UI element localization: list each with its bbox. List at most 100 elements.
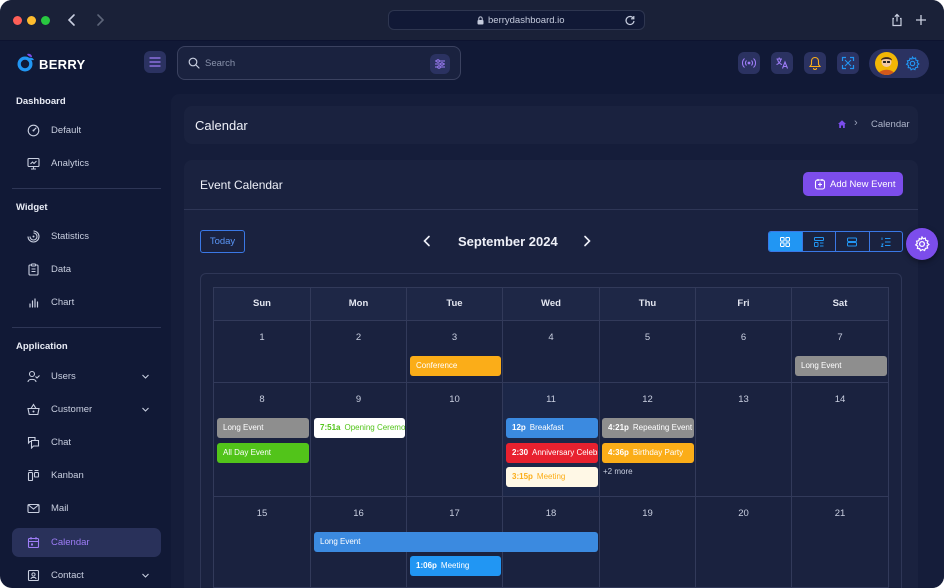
- menu-toggle-button[interactable]: [144, 51, 166, 73]
- weekday-header: Mon: [311, 288, 407, 321]
- week-view-button[interactable]: [803, 232, 836, 251]
- close-window-button[interactable]: [13, 16, 22, 25]
- today-button[interactable]: Today: [200, 230, 245, 253]
- day-cell[interactable]: 21: [792, 497, 889, 588]
- day-cell[interactable]: 1: [214, 321, 311, 383]
- day-number: 14: [834, 394, 846, 405]
- profile-button[interactable]: [869, 49, 929, 78]
- notifications-button[interactable]: [804, 52, 826, 74]
- month-view-button[interactable]: [769, 232, 803, 251]
- day-number: 7: [837, 332, 843, 343]
- day-cell[interactable]: 9: [311, 383, 407, 497]
- chart-arcs-icon: [27, 230, 40, 243]
- more-events-link[interactable]: +2 more: [603, 467, 633, 476]
- new-tab-icon[interactable]: [914, 13, 928, 27]
- day-cell[interactable]: 19: [600, 497, 696, 588]
- sidebar-item-statistics[interactable]: Statistics: [12, 222, 161, 251]
- fullscreen-button[interactable]: [837, 52, 859, 74]
- maximize-window-button[interactable]: [41, 16, 50, 25]
- day-cell[interactable]: 5: [600, 321, 696, 383]
- event-chip[interactable]: 3:15p Meeting: [506, 467, 598, 487]
- day-number: 12: [642, 394, 653, 405]
- minimize-window-button[interactable]: [27, 16, 36, 25]
- event-chip[interactable]: Long Event: [217, 418, 309, 438]
- forward-icon[interactable]: [92, 12, 108, 28]
- event-chip[interactable]: Conference: [410, 356, 501, 376]
- agenda-view-button[interactable]: [870, 232, 903, 251]
- sidebar-item-mail[interactable]: Mail: [12, 494, 161, 523]
- address-bar[interactable]: berrydashboard.io: [388, 10, 645, 30]
- event-chip[interactable]: 4:21p Repeating Event: [602, 418, 694, 438]
- bell-icon: [809, 56, 821, 70]
- sidebar-item-users[interactable]: Users: [12, 362, 161, 391]
- event-title: Opening Ceremony: [344, 423, 405, 432]
- sidebar-item-customer[interactable]: Customer: [12, 395, 161, 424]
- calendar-plus-icon: [814, 179, 826, 190]
- day-view-button[interactable]: [836, 232, 870, 251]
- event-chip[interactable]: 1:06p Meeting: [410, 556, 501, 576]
- day-cell[interactable]: 15: [214, 497, 311, 588]
- sidebar-item-default[interactable]: Default: [12, 116, 161, 145]
- day-number: 17: [449, 508, 460, 519]
- day-cell[interactable]: 12: [600, 383, 696, 497]
- view-switcher: [768, 231, 903, 252]
- device-analytics-icon: [27, 157, 40, 170]
- chevron-right-icon[interactable]: [581, 235, 593, 247]
- chart-bars-icon: [29, 298, 39, 308]
- search-input[interactable]: [205, 56, 415, 70]
- sidebar-item-chat[interactable]: Chat: [12, 428, 161, 457]
- event-chip[interactable]: 2:30Anniversary Celebration: [506, 443, 598, 463]
- app-window: berrydashboard.io BERRY Search Dashboard…: [0, 0, 944, 588]
- sidebar-item-label: Users: [51, 371, 76, 382]
- page-title: Calendar: [195, 118, 248, 133]
- url-text: berrydashboard.io: [488, 15, 565, 26]
- day-cell[interactable]: 20: [696, 497, 792, 588]
- event-chip[interactable]: 7:51aOpening Ceremony: [314, 418, 405, 438]
- live-customize-button[interactable]: [738, 52, 760, 74]
- search-filter-button[interactable]: [430, 54, 450, 74]
- event-chip[interactable]: 4:36p Birthday Party: [602, 443, 694, 463]
- day-cell[interactable]: 8: [214, 383, 311, 497]
- sidebar-item-contact[interactable]: Contact: [12, 561, 161, 588]
- messages-icon: [27, 436, 40, 449]
- sidebar-item-analytics[interactable]: Analytics: [12, 149, 161, 178]
- day-cell[interactable]: 4: [503, 321, 600, 383]
- card-divider: [184, 209, 918, 210]
- back-icon[interactable]: [64, 12, 80, 28]
- clipboard-list-icon: [28, 263, 39, 276]
- language-button[interactable]: [771, 52, 793, 74]
- event-chip[interactable]: Long Event: [795, 356, 887, 376]
- antenna-bars-icon: [742, 58, 756, 68]
- home-icon[interactable]: [837, 119, 847, 129]
- day-number: 8: [259, 394, 265, 405]
- day-cell[interactable]: 13: [696, 383, 792, 497]
- event-chip[interactable]: Long Event: [314, 532, 598, 552]
- day-cell[interactable]: 2: [311, 321, 407, 383]
- sidebar-item-data[interactable]: Data: [12, 255, 161, 284]
- reload-icon[interactable]: [624, 14, 636, 26]
- event-title: Birthday Party: [632, 448, 684, 457]
- sidebar-item-label: Analytics: [51, 158, 90, 169]
- chevron-down-icon: [142, 573, 149, 578]
- day-number: 3: [451, 332, 458, 343]
- chevron-left-icon[interactable]: [421, 235, 433, 247]
- sidebar-item-label: Statistics: [51, 231, 90, 242]
- day-number: 13: [738, 394, 749, 405]
- sidebar-item-calendar[interactable]: Calendar: [12, 528, 161, 557]
- day-cell[interactable]: 14: [792, 383, 889, 497]
- day-number: 18: [545, 508, 557, 519]
- day-cell[interactable]: 10: [407, 383, 503, 497]
- search-box[interactable]: [177, 46, 461, 80]
- event-title: Breakfast: [529, 423, 564, 432]
- customize-settings-button[interactable]: [906, 228, 938, 260]
- day-cell[interactable]: 6: [696, 321, 792, 383]
- add-new-event-button[interactable]: Add New Event: [803, 172, 903, 196]
- event-chip[interactable]: All Day Event: [217, 443, 309, 463]
- event-title: Meeting: [536, 472, 566, 481]
- sidebar-item-chart[interactable]: Chart: [12, 288, 161, 317]
- chevron-right-icon: ›: [854, 117, 858, 129]
- sidebar-item-kanban[interactable]: Kanban: [12, 461, 161, 490]
- event-chip[interactable]: 12p Breakfast: [506, 418, 598, 438]
- event-title: Repeating Event: [632, 423, 693, 432]
- share-icon[interactable]: [890, 13, 904, 27]
